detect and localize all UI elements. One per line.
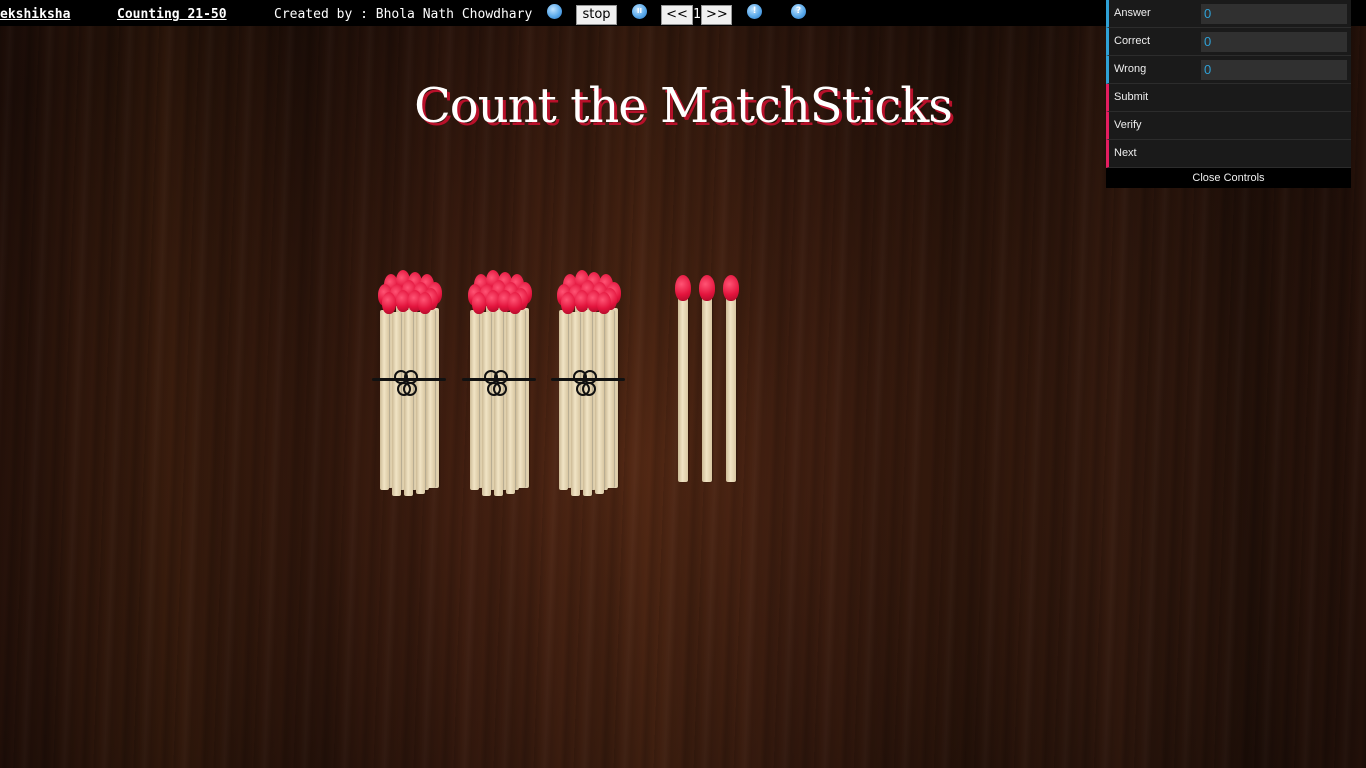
loose-matchstick [699,275,715,485]
next-page-button[interactable]: >> [701,5,732,25]
matchstick [404,310,413,496]
string-knot [394,368,418,396]
matchstick [583,310,592,496]
matchstick [605,310,614,488]
stop-button[interactable]: stop [576,5,617,25]
pause-icon[interactable]: II [632,4,647,19]
brand-link[interactable]: ekshiksha [0,7,70,22]
string-knot [573,368,597,396]
answer-label: Answer [1114,7,1151,19]
matchstick [726,297,736,482]
close-controls-button[interactable]: Close Controls [1106,168,1351,188]
matchstick [506,312,515,494]
wrong-field[interactable]: 0 [1201,60,1347,80]
next-label: Next [1114,147,1137,159]
match-head [675,275,691,301]
sound-icon[interactable] [547,4,562,19]
matchstick-bundle [372,268,446,498]
matchstick [571,312,580,496]
matchstick [595,312,604,494]
match-head [418,292,432,314]
correct-label: Correct [1114,35,1151,47]
matchstick [392,312,401,496]
loose-matchstick [675,275,691,485]
wrong-label: Wrong [1114,63,1147,75]
matchstick [516,310,525,488]
correct-field[interactable]: 0 [1201,32,1347,52]
correct-row: Correct 0 [1106,28,1351,56]
matchstick [380,310,389,490]
section-link[interactable]: Counting 21-50 [117,7,227,22]
matchstick [426,310,435,488]
page-number: 1 [693,7,701,22]
help-icon[interactable]: ? [791,4,806,19]
match-head [561,292,575,314]
info-icon[interactable]: ! [747,4,762,19]
matchstick [678,297,688,482]
answer-input[interactable]: 0 [1201,4,1347,24]
matchstick [702,297,712,482]
matchstick [470,310,479,490]
submit-label: Submit [1114,91,1149,103]
matchstick-bundle [551,268,625,498]
string-knot [484,368,508,396]
match-head [382,292,396,314]
loose-matchstick [723,275,739,485]
match-head [597,292,611,314]
matchstick-bundle [462,268,536,498]
match-head [699,275,715,301]
match-head [723,275,739,301]
prev-button[interactable]: << [661,5,693,25]
match-head [508,292,522,314]
matchstick [494,310,503,496]
submit-button[interactable]: Submit [1106,84,1351,112]
match-head [472,292,486,314]
matchstick [482,312,491,496]
verify-label: Verify [1114,119,1142,131]
matchstick [559,310,568,490]
credit-text: Created by : Bhola Nath Chowdhary [274,7,533,22]
matchstick [416,312,425,494]
wrong-row: Wrong 0 [1106,56,1351,84]
next-button[interactable]: Next [1106,140,1351,168]
controls-panel: Answer 0 Correct 0 Wrong 0 Submit Verify… [1106,0,1351,188]
verify-button[interactable]: Verify [1106,112,1351,140]
answer-row: Answer 0 [1106,0,1351,28]
